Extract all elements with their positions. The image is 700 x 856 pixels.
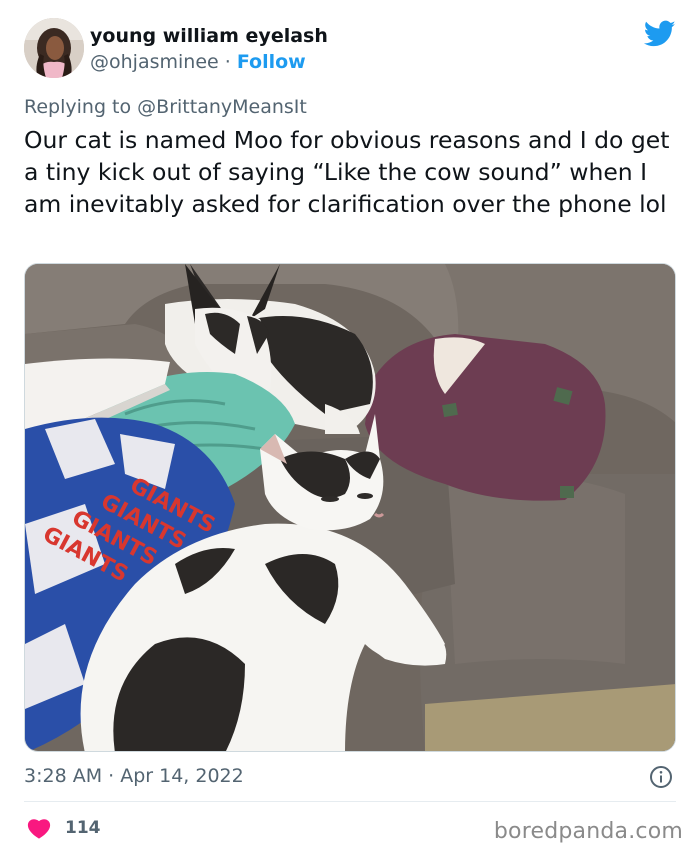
replying-prefix: Replying to: [24, 96, 132, 118]
tweet-photo[interactable]: GIANTS GIANTS GIANTS GIANTS: [24, 263, 676, 752]
user-info: young william eyelash @ohjasminee · Foll…: [90, 24, 328, 75]
tweet-header: young william eyelash @ohjasminee · Foll…: [24, 18, 676, 80]
divider: [24, 801, 676, 802]
display-name[interactable]: young william eyelash: [90, 24, 328, 48]
reply-mention-link[interactable]: @BrittanyMeansIt: [137, 96, 307, 118]
tweet-text: Our cat is named Moo for obvious reasons…: [24, 126, 670, 218]
avatar-image: [24, 18, 84, 78]
twitter-bird-icon[interactable]: [644, 20, 676, 48]
handle[interactable]: @ohjasminee: [90, 51, 219, 73]
likes-group[interactable]: 114: [27, 816, 101, 840]
tweet-timestamp[interactable]: 3:28 AM · Apr 14, 2022: [24, 764, 244, 788]
handle-line: @ohjasminee · Follow: [90, 49, 328, 75]
follow-button[interactable]: Follow: [237, 51, 306, 73]
like-count: 114: [65, 818, 101, 838]
heart-icon[interactable]: [27, 817, 51, 839]
source-watermark: boredpanda.com: [493, 819, 683, 844]
photo-cat-and-dog-on-couch: GIANTS GIANTS GIANTS GIANTS: [25, 264, 675, 751]
handle-separator: ·: [224, 51, 231, 73]
avatar[interactable]: [24, 18, 84, 78]
replying-to: Replying to @BrittanyMeansIt: [24, 95, 307, 119]
info-icon[interactable]: [649, 765, 673, 789]
